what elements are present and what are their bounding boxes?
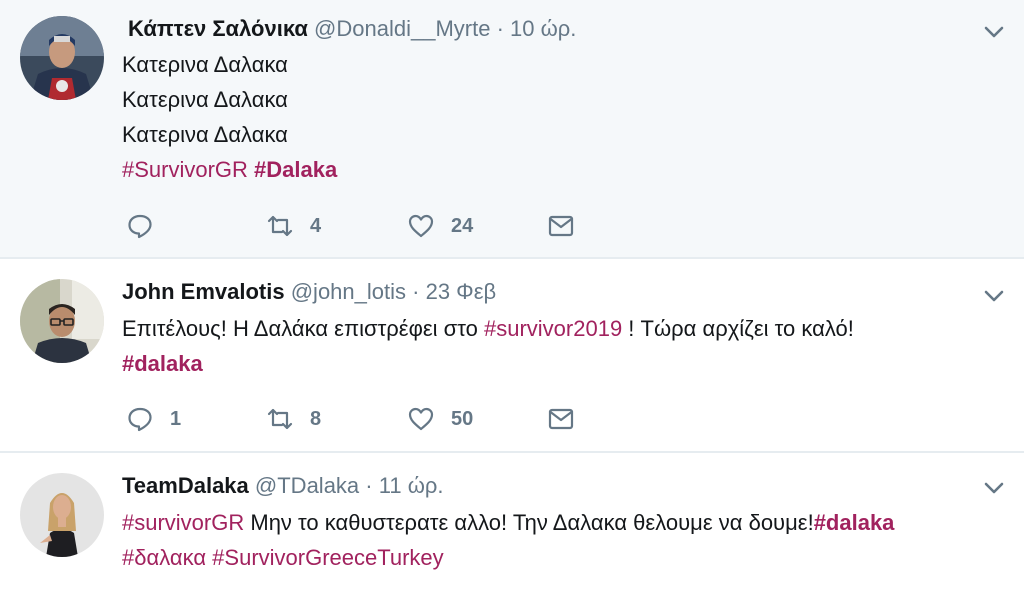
hashtag-line: #SurvivorGR #Dalaka <box>122 152 1004 187</box>
retweet-icon <box>267 215 293 237</box>
like-button[interactable]: 50 <box>407 404 547 434</box>
woman-avatar-icon <box>20 473 104 557</box>
reply-icon <box>128 407 152 432</box>
chevron-down-icon[interactable] <box>982 476 1006 500</box>
tweet-line: Επιτέλους! Η Δαλάκα επιστρέφει στο #surv… <box>122 311 1004 346</box>
separator-dot: · <box>496 16 504 41</box>
retweet-count: 4 <box>310 214 322 237</box>
like-button[interactable]: 24 <box>407 211 547 241</box>
tweet-actions: 1 8 50 <box>126 404 587 434</box>
like-count: 50 <box>451 407 474 430</box>
tweet-text: Κατερινα Δαλακα Κατερινα Δαλακα Κατερινα… <box>122 47 1004 187</box>
superhero-avatar-icon <box>20 16 104 100</box>
envelope-icon <box>548 408 574 430</box>
hashtag-link[interactable]: #dalaka <box>122 351 203 376</box>
man-with-glasses-avatar-icon <box>20 279 104 363</box>
separator-dot: · <box>365 473 373 498</box>
reply-icon <box>128 214 152 239</box>
hashtag-link[interactable]: #survivor2019 <box>484 316 622 341</box>
retweet-button[interactable]: 4 <box>266 211 407 241</box>
tweet-text-segment: Επιτέλους! Η Δαλάκα επιστρέφει στο <box>122 316 484 341</box>
author-handle[interactable]: @john_lotis <box>291 279 406 304</box>
tweet-header: Κάπτεν Σαλόνικα @Donaldi__Myrte · 10 ώρ. <box>122 14 576 44</box>
direct-message-button[interactable] <box>547 404 587 434</box>
reply-button[interactable] <box>126 211 266 241</box>
avatar[interactable] <box>20 473 104 557</box>
tweet-text: Επιτέλους! Η Δαλάκα επιστρέφει στο #surv… <box>122 311 1004 381</box>
author-name[interactable]: Κάπτεν Σαλόνικα <box>128 16 308 41</box>
author-handle[interactable]: @Donaldi__Myrte <box>314 16 490 41</box>
tweet-text-segment: ! Τώρα αρχίζει το καλό! <box>622 316 854 341</box>
tweet-line: #survivorGR Μην το καθυστερατε αλλο! Την… <box>122 505 1004 540</box>
hashtag-link[interactable]: #δαλακα <box>122 545 206 570</box>
tweet-text-segment: Μην το καθυστερατε αλλο! Την Δαλακα θελο… <box>244 510 814 535</box>
chevron-down-icon[interactable] <box>982 284 1006 308</box>
tweet-header: TeamDalaka @TDalaka · 11 ώρ. <box>122 471 444 501</box>
reply-count: 1 <box>170 407 182 430</box>
tweet-timestamp[interactable]: 23 Φεβ <box>426 279 497 304</box>
retweet-count: 8 <box>310 407 322 430</box>
hashtag-link[interactable]: #survivorGR <box>122 510 244 535</box>
avatar[interactable] <box>20 16 104 100</box>
envelope-icon <box>548 215 574 237</box>
separator-dot: · <box>412 279 420 304</box>
hashtag-line: #δαλακα #SurvivorGreeceTurkey <box>122 540 1004 575</box>
hashtag-link[interactable]: #SurvivorGR <box>122 157 248 182</box>
tweet-feed: Κάπτεν Σαλόνικα @Donaldi__Myrte · 10 ώρ.… <box>0 0 1024 594</box>
hashtag-link[interactable]: #SurvivorGreeceTurkey <box>212 545 443 570</box>
tweet-text: #survivorGR Μην το καθυστερατε αλλο! Την… <box>122 505 1004 575</box>
like-count: 24 <box>451 214 474 237</box>
tweet-timestamp[interactable]: 11 ώρ. <box>379 473 444 498</box>
direct-message-button[interactable] <box>547 211 587 241</box>
hashtag-line: #dalaka <box>122 346 1004 381</box>
retweet-icon <box>267 408 293 430</box>
avatar[interactable] <box>20 279 104 363</box>
reply-button[interactable]: 1 <box>126 404 266 434</box>
hashtag-link[interactable]: #dalaka <box>814 510 895 535</box>
tweet-actions: 4 24 <box>126 211 587 241</box>
author-name[interactable]: John Emvalotis <box>122 279 285 304</box>
tweet-line: Κατερινα Δαλακα <box>122 87 288 112</box>
chevron-down-icon[interactable] <box>982 20 1006 44</box>
heart-icon <box>408 214 434 238</box>
retweet-button[interactable]: 8 <box>266 404 407 434</box>
tweet-timestamp[interactable]: 10 ώρ. <box>510 16 576 41</box>
author-name[interactable]: TeamDalaka <box>122 473 249 498</box>
tweet-line: Κατερινα Δαλακα <box>122 122 288 147</box>
hashtag-link[interactable]: #Dalaka <box>254 157 337 182</box>
author-handle[interactable]: @TDalaka <box>255 473 359 498</box>
tweet-item[interactable]: Κάπτεν Σαλόνικα @Donaldi__Myrte · 10 ώρ.… <box>0 0 1024 259</box>
heart-icon <box>408 407 434 431</box>
tweet-line: Κατερινα Δαλακα <box>122 52 288 77</box>
tweet-header: John Emvalotis @john_lotis · 23 Φεβ <box>122 277 496 307</box>
